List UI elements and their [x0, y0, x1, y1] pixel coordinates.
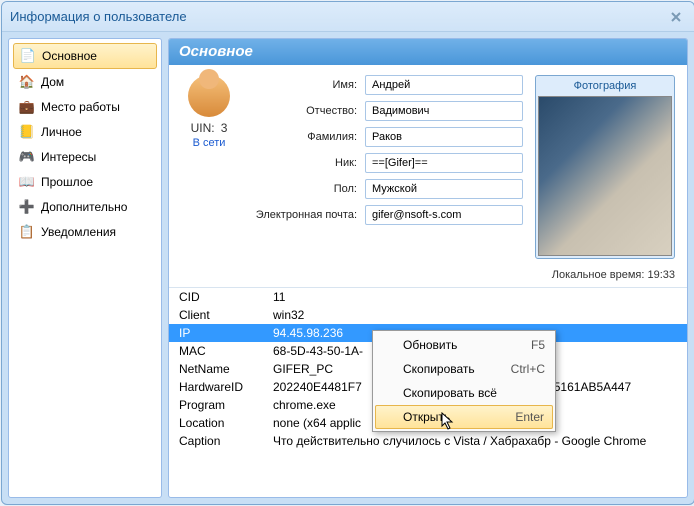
gender-label: Пол: [249, 183, 365, 195]
patronymic-label: Отчество: [249, 105, 365, 117]
name-label: Имя: [249, 79, 365, 91]
sidebar-item-main[interactable]: 📄 Основное [13, 43, 157, 69]
fields-column: Имя: Отчество: Фамилия: Ник: Пол: Электр… [249, 75, 523, 259]
status-text: В сети [181, 137, 237, 149]
context-menu-copy[interactable]: СкопироватьCtrl+C [375, 357, 553, 381]
main-header: Основное [169, 39, 687, 65]
sidebar-item-label: Основное [42, 49, 97, 63]
uin-label: UIN: 3 [181, 121, 237, 135]
sidebar-item-label: Место работы [41, 100, 120, 114]
photo-image [538, 96, 672, 256]
plus-icon: ➕ [19, 199, 35, 215]
info-area: UIN: 3 В сети Имя: Отчество: Фамилия: Ни… [169, 65, 687, 265]
nick-field[interactable] [365, 153, 523, 173]
sidebar-item-label: Дом [41, 75, 64, 89]
book-icon: 📖 [19, 174, 35, 190]
sidebar-item-past[interactable]: 📖 Прошлое [13, 170, 157, 194]
table-row: CaptionЧто действительно случилось с Vis… [169, 432, 687, 450]
sidebar-item-interests[interactable]: 🎮 Интересы [13, 145, 157, 169]
table-row: CID11 [169, 288, 687, 306]
sidebar-item-label: Прошлое [41, 175, 93, 189]
sidebar-item-work[interactable]: 💼 Место работы [13, 95, 157, 119]
home-icon: 🏠 [19, 74, 35, 90]
gender-field[interactable] [365, 179, 523, 199]
email-field[interactable] [365, 205, 523, 225]
context-menu-refresh[interactable]: ОбновитьF5 [375, 333, 553, 357]
page-icon: 📄 [20, 48, 36, 64]
sidebar-item-home[interactable]: 🏠 Дом [13, 70, 157, 94]
avatar-column: UIN: 3 В сети [181, 75, 237, 259]
close-button[interactable] [666, 7, 686, 27]
context-menu-open[interactable]: ОткрытьEnter [375, 405, 553, 429]
sidebar-item-additional[interactable]: ➕ Дополнительно [13, 195, 157, 219]
body: 📄 Основное 🏠 Дом 💼 Место работы 📒 Личное 🎮 Ин… [2, 32, 694, 504]
game-icon: 🎮 [19, 149, 35, 165]
patronymic-field[interactable] [365, 101, 523, 121]
sidebar-item-label: Личное [41, 125, 82, 139]
context-menu-copy-all[interactable]: Скопировать всё [375, 381, 553, 405]
window-title: Информация о пользователе [10, 9, 666, 24]
sidebar-item-label: Уведомления [41, 225, 116, 239]
name-field[interactable] [365, 75, 523, 95]
notebook-icon: 📒 [19, 124, 35, 140]
sidebar-item-label: Дополнительно [41, 200, 127, 214]
clipboard-icon: 📋 [19, 224, 35, 240]
photo-column: Фотография [535, 75, 675, 259]
surname-field[interactable] [365, 127, 523, 147]
sidebar-item-notifications[interactable]: 📋 Уведомления [13, 220, 157, 244]
sidebar-item-personal[interactable]: 📒 Личное [13, 120, 157, 144]
close-icon [670, 11, 682, 23]
sidebar-item-label: Интересы [41, 150, 96, 164]
briefcase-icon: 💼 [19, 99, 35, 115]
avatar-icon [188, 75, 230, 117]
titlebar: Информация о пользователе [2, 2, 694, 32]
photo-frame: Фотография [535, 75, 675, 259]
photo-title: Фотография [538, 78, 672, 96]
surname-label: Фамилия: [249, 131, 365, 143]
email-label: Электронная почта: [249, 209, 365, 221]
table-row: Clientwin32 [169, 306, 687, 324]
context-menu: ОбновитьF5 СкопироватьCtrl+C Скопировать… [372, 330, 556, 432]
local-time: Локальное время: 19:33 [169, 265, 687, 287]
window: Информация о пользователе 📄 Основное 🏠 Дом… [1, 1, 694, 505]
nick-label: Ник: [249, 157, 365, 169]
sidebar: 📄 Основное 🏠 Дом 💼 Место работы 📒 Личное 🎮 Ин… [8, 38, 162, 498]
